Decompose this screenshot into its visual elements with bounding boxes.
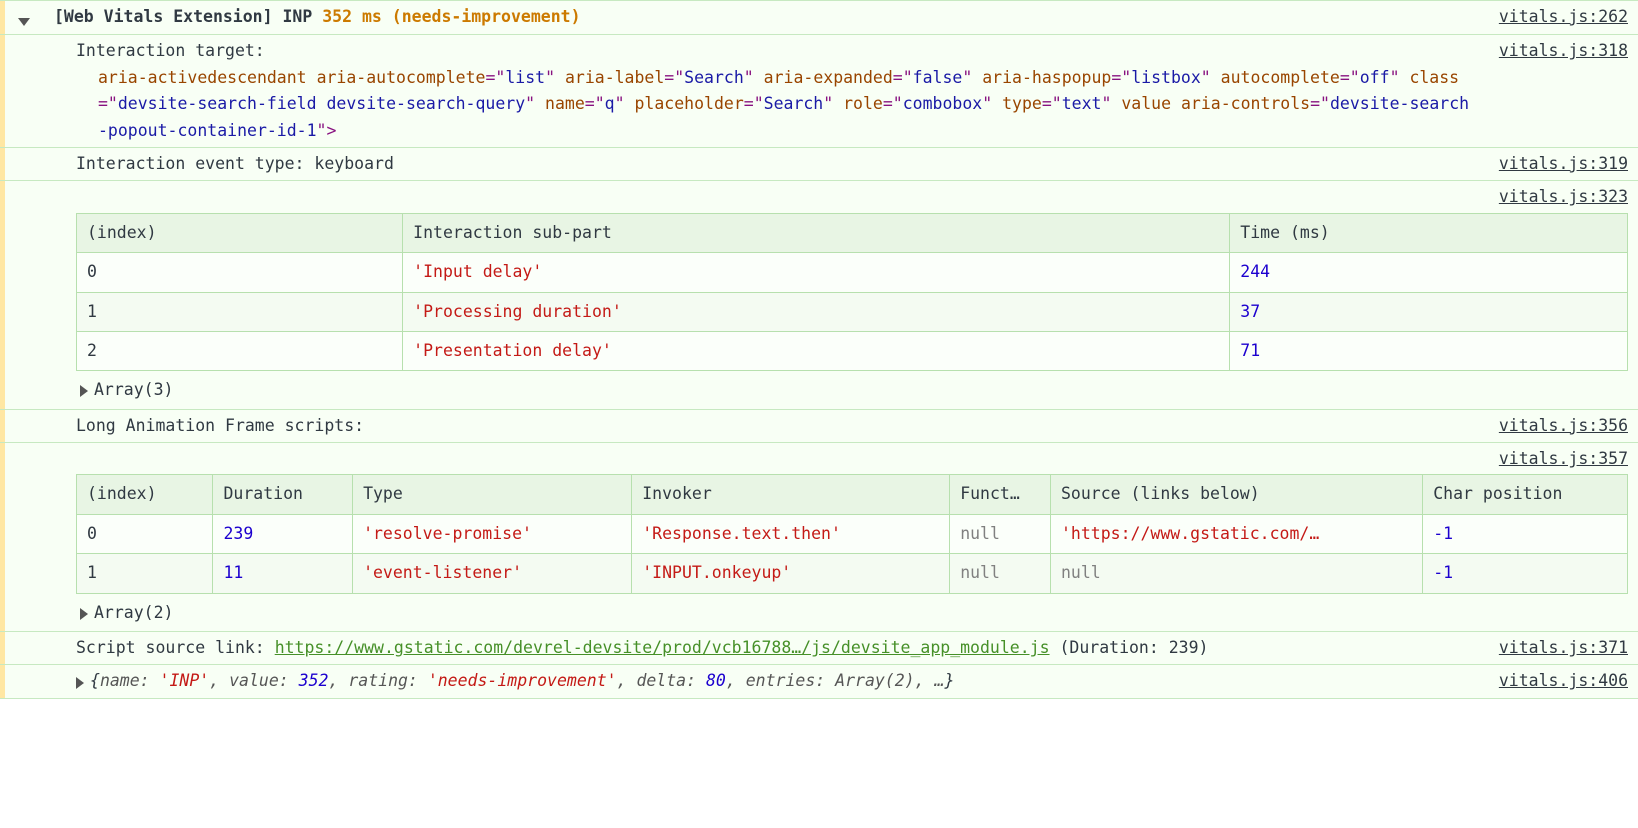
table-cell: null	[950, 514, 1051, 553]
table-cell: 'Response.text.then'	[632, 514, 950, 553]
array-label: Array(3)	[94, 377, 173, 403]
table-cell: -1	[1423, 514, 1628, 553]
chevron-right-icon[interactable]	[80, 608, 88, 620]
table-header[interactable]: (index)	[77, 213, 403, 252]
script-source-content: Script source link: https://www.gstatic.…	[48, 635, 1479, 661]
warn-marker	[0, 35, 5, 147]
table-header[interactable]: Invoker	[632, 475, 950, 514]
laf-table-row: vitals.js:357 (index)DurationTypeInvoker…	[0, 442, 1638, 631]
table-row: 2'Presentation delay'71	[77, 331, 1628, 370]
table-cell: 11	[213, 554, 353, 593]
event-type-row: Interaction event type: keyboard vitals.…	[0, 147, 1638, 180]
warn-marker	[0, 181, 5, 408]
table-cell: 'Processing duration'	[403, 292, 1230, 331]
table-header[interactable]: (index)	[77, 475, 213, 514]
table-row: 111'event-listener''INPUT.onkeyup'nullnu…	[77, 554, 1628, 593]
gutter[interactable]	[10, 4, 48, 31]
script-source-prefix: Script source link:	[76, 638, 275, 657]
header-content: [Web Vitals Extension] INP 352 ms (needs…	[48, 4, 1479, 30]
table-cell: null	[1051, 554, 1423, 593]
warn-marker	[0, 443, 5, 631]
table-cell: 71	[1230, 331, 1628, 370]
table-cell: 'resolve-promise'	[353, 514, 632, 553]
source-link[interactable]: vitals.js:318	[1499, 38, 1628, 64]
source-link[interactable]: vitals.js:319	[1499, 151, 1628, 177]
table-cell: 'INPUT.onkeyup'	[632, 554, 950, 593]
table-header[interactable]: Source (links below)	[1051, 475, 1423, 514]
source-link[interactable]: vitals.js:406	[1499, 668, 1628, 694]
table-cell: 1	[77, 292, 403, 331]
subpart-table-row: vitals.js:323 (index)Interaction sub-par…	[0, 180, 1638, 408]
warn-marker	[0, 665, 5, 697]
table-cell: 244	[1230, 253, 1628, 292]
source-link[interactable]: vitals.js:357	[1499, 446, 1628, 472]
table-header[interactable]: Char position	[1423, 475, 1628, 514]
source-link[interactable]: vitals.js:356	[1499, 413, 1628, 439]
table-header[interactable]: Type	[353, 475, 632, 514]
laf-label-row: Long Animation Frame scripts: vitals.js:…	[0, 409, 1638, 442]
table-header[interactable]: Interaction sub-part	[403, 213, 1230, 252]
header-metric: INP	[282, 7, 312, 26]
table-cell: null	[950, 554, 1051, 593]
chevron-right-icon[interactable]	[76, 677, 84, 689]
table-cell: 1	[77, 554, 213, 593]
header-rating: (needs-improvement)	[392, 7, 581, 26]
warn-marker	[0, 632, 5, 664]
interaction-target-label: Interaction target:	[76, 38, 1479, 64]
array-summary[interactable]: Array(2)	[76, 596, 1628, 628]
table-row: 0'Input delay'244	[77, 253, 1628, 292]
table-header[interactable]: Funct…	[950, 475, 1051, 514]
table-row: 1'Processing duration'37	[77, 292, 1628, 331]
laf-table: (index)DurationTypeInvokerFunct…Source (…	[76, 474, 1628, 593]
table-cell: 'event-listener'	[353, 554, 632, 593]
chevron-down-icon[interactable]	[18, 18, 30, 26]
table-header[interactable]: Duration	[213, 475, 353, 514]
table-cell: 37	[1230, 292, 1628, 331]
chevron-right-icon[interactable]	[80, 385, 88, 397]
table-cell: -1	[1423, 554, 1628, 593]
object-summary: {name: 'INP', value: 352, rating: 'needs…	[90, 668, 954, 694]
subpart-table-wrap: vitals.js:323 (index)Interaction sub-par…	[48, 184, 1628, 405]
laf-label: Long Animation Frame scripts:	[48, 413, 1479, 439]
warn-marker	[0, 1, 5, 34]
group-header-row[interactable]: [Web Vitals Extension] INP 352 ms (needs…	[0, 0, 1638, 34]
array-summary[interactable]: Array(3)	[76, 373, 1628, 405]
warn-marker	[0, 148, 5, 180]
laf-table-wrap: vitals.js:357 (index)DurationTypeInvoker…	[48, 446, 1628, 628]
subpart-table: (index)Interaction sub-partTime (ms)0'In…	[76, 213, 1628, 372]
warn-marker	[0, 410, 5, 442]
table-header[interactable]: Time (ms)	[1230, 213, 1628, 252]
header-prefix: [Web Vitals Extension]	[54, 7, 273, 26]
table-cell: 2	[77, 331, 403, 370]
array-label: Array(2)	[94, 600, 173, 626]
object-dump-row[interactable]: {name: 'INP', value: 352, rating: 'needs…	[0, 664, 1638, 698]
table-row: 0239'resolve-promise''Response.text.then…	[77, 514, 1628, 553]
table-cell: 'Presentation delay'	[403, 331, 1230, 370]
header-value: 352 ms	[322, 7, 382, 26]
console-group: [Web Vitals Extension] INP 352 ms (needs…	[0, 0, 1638, 699]
interaction-target-row: Interaction target: aria-activedescendan…	[0, 34, 1638, 147]
interaction-target-content: Interaction target: aria-activedescendan…	[48, 38, 1479, 144]
object-dump-content[interactable]: {name: 'INP', value: 352, rating: 'needs…	[48, 668, 1479, 694]
table-cell: 0	[77, 514, 213, 553]
source-link[interactable]: vitals.js:262	[1499, 4, 1628, 30]
table-cell: 0	[77, 253, 403, 292]
element-dump[interactable]: aria-activedescendant aria-autocomplete=…	[76, 65, 1479, 144]
source-link[interactable]: vitals.js:371	[1499, 635, 1628, 661]
source-link[interactable]: vitals.js:323	[1499, 184, 1628, 210]
script-source-url[interactable]: https://www.gstatic.com/devrel-devsite/p…	[275, 638, 1050, 657]
script-source-suffix: (Duration: 239)	[1050, 638, 1209, 657]
event-type-text: Interaction event type: keyboard	[48, 151, 1479, 177]
script-source-row: Script source link: https://www.gstatic.…	[0, 631, 1638, 664]
table-cell: 'https://www.gstatic.com/…	[1051, 514, 1423, 553]
table-cell: 239	[213, 514, 353, 553]
table-cell: 'Input delay'	[403, 253, 1230, 292]
